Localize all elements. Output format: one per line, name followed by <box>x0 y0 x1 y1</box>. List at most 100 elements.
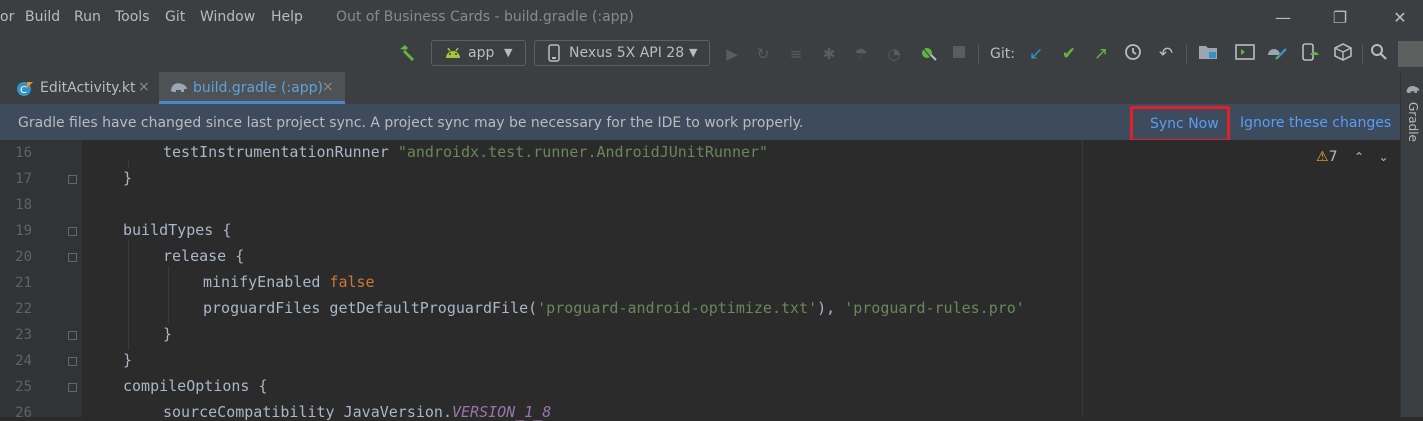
tab-build-gradle[interactable]: build.gradle (:app) × <box>159 72 345 104</box>
warnings-count: 7 <box>1328 149 1338 165</box>
sync-now-link[interactable]: Sync Now <box>1150 116 1219 132</box>
line-number: 19 <box>15 223 32 239</box>
build-variant-icon[interactable] <box>1332 43 1354 65</box>
right-tool-strip: Gradle <box>1400 72 1423 417</box>
device-manager-icon[interactable] <box>1299 43 1321 65</box>
avd-manager-icon[interactable] <box>1234 43 1256 65</box>
project-structure-icon[interactable] <box>1197 43 1219 65</box>
search-icon[interactable] <box>1368 43 1390 65</box>
code-line-20: release { <box>163 247 245 265</box>
toolbar-separator <box>1362 44 1363 64</box>
rerun-icon[interactable]: ↻ <box>752 43 774 65</box>
fold-marker-icon[interactable] <box>68 357 77 366</box>
toolbar-separator <box>1186 44 1187 64</box>
stop-icon[interactable] <box>948 43 970 65</box>
git-push-icon[interactable]: ↗ <box>1090 43 1112 65</box>
close-icon[interactable]: ✕ <box>1385 6 1415 30</box>
chevron-down-icon: ▼ <box>689 46 698 59</box>
line-number: 24 <box>15 353 32 369</box>
menu-refactor[interactable]: or <box>0 9 14 25</box>
line-number: 20 <box>15 249 32 265</box>
fold-marker-icon[interactable] <box>68 383 77 392</box>
code-line-16: testInstrumentationRunner "androidx.test… <box>163 143 769 161</box>
menu-bar: or Build Run Tools Git Window Help Out o… <box>0 0 1423 36</box>
sync-notification-banner: Gradle files have changed since last pro… <box>0 104 1400 142</box>
indent-guide <box>128 160 129 168</box>
line-number: 22 <box>15 301 32 317</box>
close-tab-icon[interactable]: × <box>138 79 150 95</box>
code-line-19: buildTypes { <box>123 221 232 239</box>
coverage-icon[interactable]: ☂ <box>850 43 872 65</box>
fold-marker-icon[interactable] <box>68 331 77 340</box>
ignore-changes-link[interactable]: Ignore these changes <box>1240 115 1391 131</box>
code-line-21: minifyEnabled false <box>203 273 375 291</box>
line-number: 18 <box>15 197 32 213</box>
run-config-dropdown[interactable]: app ▼ <box>431 40 526 66</box>
run-icon[interactable]: ▶ <box>721 43 743 65</box>
line-number: 21 <box>15 275 32 291</box>
device-icon <box>547 44 561 66</box>
menu-window[interactable]: Window <box>200 9 255 25</box>
fold-marker-icon[interactable] <box>68 253 77 262</box>
history-icon[interactable] <box>1122 43 1144 65</box>
code-line-25: compileOptions { <box>123 377 268 395</box>
svg-text:C: C <box>20 85 27 96</box>
minimize-icon[interactable]: — <box>1268 6 1298 30</box>
gradle-elephant-icon <box>169 79 189 99</box>
code-line-24: } <box>123 351 133 369</box>
gradle-elephant-icon[interactable] <box>1405 82 1421 100</box>
line-number: 25 <box>15 379 32 395</box>
chevron-down-icon: ▼ <box>504 46 513 59</box>
debug-icon[interactable]: ✱ <box>818 43 840 65</box>
restore-icon[interactable]: ❐ <box>1325 6 1355 30</box>
menu-build[interactable]: Build <box>25 9 60 25</box>
code-line-17: } <box>123 169 133 187</box>
menu-run[interactable]: Run <box>74 9 101 25</box>
profile-icon[interactable]: ◔ <box>883 43 905 65</box>
tab-label: build.gradle (:app) <box>193 80 323 96</box>
line-number: 16 <box>15 145 32 161</box>
git-label: Git: <box>990 46 1015 62</box>
user-avatar[interactable] <box>1398 41 1423 67</box>
banner-message: Gradle files have changed since last pro… <box>18 115 804 131</box>
git-update-icon[interactable]: ↙ <box>1025 43 1047 65</box>
close-tab-icon[interactable]: × <box>322 79 334 95</box>
sync-now-highlight[interactable]: Sync Now <box>1130 106 1230 142</box>
line-number: 17 <box>15 171 32 187</box>
main-toolbar: app ▼ Nexus 5X API 28 ▼ ▶ ↻ ≡ ✱ ☂ ◔ Git:… <box>0 36 1423 73</box>
fold-marker-icon[interactable] <box>68 175 77 184</box>
tab-label: EditActivity.kt <box>40 80 136 96</box>
rollback-icon[interactable]: ↶ <box>1155 43 1177 65</box>
next-highlight-icon[interactable]: ⌄ <box>1378 150 1388 164</box>
attach-debugger-icon[interactable] <box>917 43 939 65</box>
inspection-widget[interactable]: ⚠7 ⌃ ⌄ <box>1316 149 1389 165</box>
right-margin-guide <box>1082 140 1083 417</box>
device-dropdown[interactable]: Nexus 5X API 28 ▼ <box>534 40 710 66</box>
gradle-tool-window-button[interactable]: Gradle <box>1406 102 1420 142</box>
git-commit-icon[interactable]: ✔ <box>1058 43 1080 65</box>
android-icon <box>444 45 462 65</box>
window-title: Out of Business Cards - build.gradle (:a… <box>336 9 634 25</box>
menu-help[interactable]: Help <box>271 9 303 25</box>
indent-guide <box>168 266 169 324</box>
warning-icon: ⚠ <box>1316 149 1329 165</box>
device-label: Nexus 5X API 28 <box>569 45 685 61</box>
line-number: 26 <box>15 405 32 421</box>
hammer-icon[interactable] <box>396 43 418 65</box>
code-editor[interactable]: 16 17 18 19 20 21 22 23 24 25 26 testIns… <box>0 140 1400 421</box>
indent-guide <box>128 240 129 350</box>
apply-changes-icon[interactable]: ≡ <box>785 43 807 65</box>
editor-tabs: C EditActivity.kt × build.gradle (:app) … <box>0 72 1400 105</box>
sdk-manager-icon[interactable] <box>1266 43 1288 65</box>
previous-highlight-icon[interactable]: ⌃ <box>1354 150 1364 164</box>
line-gutter: 16 17 18 19 20 21 22 23 24 25 26 <box>0 140 82 421</box>
fold-marker-icon[interactable] <box>68 227 77 236</box>
line-number: 23 <box>15 327 32 343</box>
code-line-26: sourceCompatibility JavaVersion.VERSION_… <box>163 403 552 421</box>
toolbar-separator <box>978 44 979 64</box>
tab-editactivity[interactable]: C EditActivity.kt × <box>0 72 157 104</box>
code-line-23: } <box>163 325 173 343</box>
menu-git[interactable]: Git <box>165 9 185 25</box>
menu-tools[interactable]: Tools <box>115 9 150 25</box>
kotlin-file-icon: C <box>16 80 34 102</box>
